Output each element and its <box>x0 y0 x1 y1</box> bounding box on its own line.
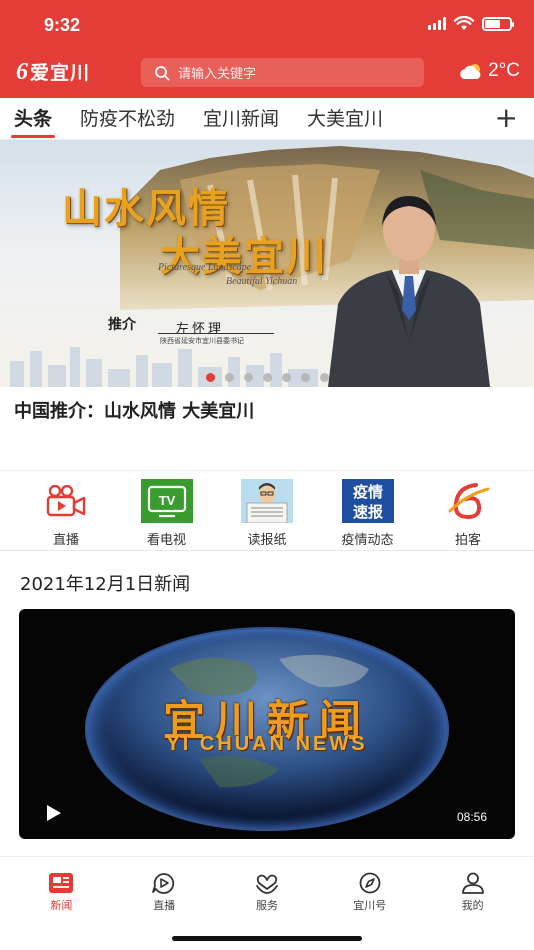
video-camera-icon <box>40 479 92 523</box>
wifi-icon <box>454 16 474 30</box>
live-play-icon <box>152 873 175 894</box>
add-tab-button[interactable]: + <box>495 98 518 140</box>
news-icon <box>49 873 74 893</box>
status-icons <box>428 16 514 31</box>
quick-link-live[interactable]: 直播 <box>26 471 106 550</box>
tv-icon-text: TV <box>158 493 175 508</box>
official-portrait-image <box>328 196 490 387</box>
weather-widget[interactable]: 2°C <box>458 60 520 82</box>
quick-link-paike[interactable]: 拍客 <box>428 471 508 550</box>
nav-news[interactable]: 新闻 <box>21 857 101 950</box>
carousel-dot[interactable] <box>224 373 234 382</box>
tv-icon: TV <box>140 479 193 523</box>
search-placeholder: 请输入关键字 <box>178 67 257 82</box>
signal-icon <box>428 17 446 30</box>
nav-mine[interactable]: 我的 <box>433 857 513 950</box>
service-heart-icon <box>256 874 278 894</box>
banner-caption[interactable]: 中国推介：山水风情 大美宜川 <box>14 397 254 423</box>
play-icon[interactable] <box>45 804 63 822</box>
logo-mark: 6 <box>16 58 28 85</box>
banner-person-name: 左怀理 <box>176 322 225 337</box>
tab-headlines[interactable]: 头条 <box>10 98 56 140</box>
section-divider <box>0 550 534 551</box>
banner-person-role: 陕西省延安市宜川县委书记 <box>160 337 244 345</box>
epidemic-report-icon: 疫情 速报 <box>341 479 394 523</box>
app-header: 9:32 6 爱宜川 请输入关键字 2°C <box>0 0 534 98</box>
tab-epidemic[interactable]: 防疫不松劲 <box>80 98 175 140</box>
home-indicator <box>172 936 362 941</box>
weather-temperature: 2°C <box>488 60 520 81</box>
nav-label: 我的 <box>461 899 484 912</box>
banner-carousel[interactable]: 山水风情 大美宜川 Picturesque Landscape Beautifu… <box>0 140 534 387</box>
quick-link-label: 直播 <box>52 533 79 548</box>
quick-link-epidemic[interactable]: 疫情 速报 疫情动态 <box>328 471 408 550</box>
battery-icon <box>482 16 514 31</box>
nav-label: 宜川号 <box>353 899 387 912</box>
tab-beautiful-yichuan[interactable]: 大美宜川 <box>307 98 383 140</box>
carousel-dot[interactable] <box>243 373 253 382</box>
carousel-dot[interactable] <box>262 373 272 382</box>
nav-label: 直播 <box>153 899 176 912</box>
nav-label: 新闻 <box>50 899 73 912</box>
logo-text: 爱宜川 <box>30 62 91 84</box>
quick-links: 直播 TV 看电视 读报纸 疫情 速报 疫情动态 拍客 <box>0 470 534 550</box>
search-input[interactable]: 请输入关键字 <box>141 58 424 87</box>
nav-label: 服务 <box>255 899 278 912</box>
quick-link-label: 看电视 <box>146 533 186 548</box>
banner-name-underline <box>158 333 274 334</box>
quick-link-label: 疫情动态 <box>341 533 394 548</box>
epidemic-icon-text-1: 疫情 <box>352 483 382 501</box>
epidemic-icon-text-2: 速报 <box>352 503 382 521</box>
banner-title-line2: 大美宜川 <box>160 233 328 280</box>
quick-link-newspaper[interactable]: 读报纸 <box>227 471 307 550</box>
user-icon <box>461 872 484 894</box>
tab-yichuan-news[interactable]: 宜川新闻 <box>203 98 279 140</box>
search-icon <box>155 65 170 80</box>
banner-recommend-label: 推介 <box>108 317 136 333</box>
compass-icon <box>359 872 381 894</box>
carousel-dot[interactable] <box>319 373 329 382</box>
banner-english-line2: Beautiful Yichuan <box>226 276 298 287</box>
quick-link-tv[interactable]: TV 看电视 <box>127 471 207 550</box>
carousel-dot[interactable] <box>205 373 215 382</box>
quick-link-label: 拍客 <box>454 533 481 548</box>
news-video-player[interactable]: 宜川新闻 YI CHUAN NEWS 08:56 <box>19 609 515 839</box>
carousel-indicator <box>0 373 534 382</box>
video-duration: 08:56 <box>456 810 487 824</box>
newspaper-reader-icon <box>241 479 293 523</box>
quick-link-label: 读报纸 <box>247 533 287 548</box>
status-time: 9:32 <box>44 15 81 35</box>
carousel-dot[interactable] <box>281 373 291 382</box>
video-title-english: YI CHUAN NEWS <box>166 733 368 755</box>
carousel-dot[interactable] <box>300 373 310 382</box>
news-date-title: 2021年12月1日新闻 <box>20 574 191 595</box>
category-tabs: 头条 防疫不松劲 宜川新闻 大美宜川 <box>0 98 534 140</box>
banner-english-line1: Picturesque Landscape <box>158 262 252 273</box>
cloud-icon <box>460 64 481 79</box>
paike-logo-icon <box>442 479 494 523</box>
app-logo[interactable]: 6 爱宜川 <box>16 58 90 85</box>
